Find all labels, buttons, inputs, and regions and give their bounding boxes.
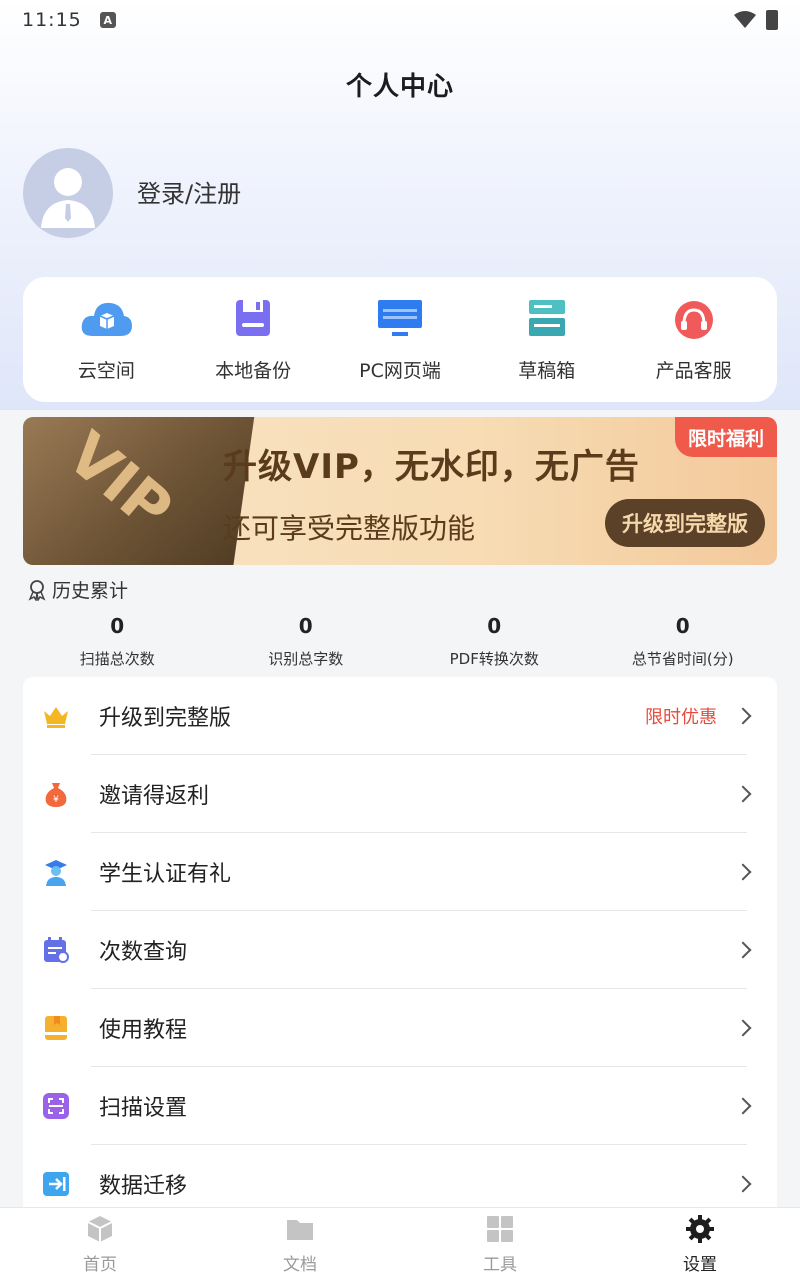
menu-item-upgrade[interactable]: 升级到完整版 限时优惠 bbox=[23, 677, 777, 755]
headset-icon bbox=[674, 301, 713, 339]
stat-value: 0 bbox=[298, 614, 313, 638]
stat-value: 0 bbox=[675, 614, 690, 638]
chevron-right-icon bbox=[734, 1097, 752, 1115]
nav-tab-label: 文档 bbox=[283, 1255, 317, 1275]
folder-icon bbox=[287, 1220, 313, 1240]
quick-action-label: 云空间 bbox=[77, 360, 135, 382]
menu-item-student-verify[interactable]: 学生认证有礼 bbox=[23, 833, 777, 911]
quick-action-pc-web[interactable]: PC网页端 bbox=[330, 296, 470, 383]
nav-tab-label: 工具 bbox=[483, 1255, 517, 1275]
notification-icon: A bbox=[99, 12, 116, 28]
chevron-right-icon bbox=[734, 707, 752, 725]
menu-item-promo-tag: 限时优惠 bbox=[645, 707, 717, 728]
menu-item-label: 邀请得返利 bbox=[99, 784, 210, 809]
limited-offer-badge: 限时福利 bbox=[675, 417, 777, 457]
menu-item-invite-rebate[interactable]: ¥ 邀请得返利 bbox=[23, 755, 777, 833]
cube-icon bbox=[87, 1216, 113, 1242]
menu-item-label: 使用教程 bbox=[99, 1018, 188, 1043]
status-bar: 11:15 A bbox=[0, 0, 800, 40]
quick-action-customer-service[interactable]: 产品客服 bbox=[624, 296, 764, 383]
quick-actions-card: 云空间 本地备份 PC网页端 草稿箱 产品客服 bbox=[23, 277, 777, 402]
quick-action-local-backup[interactable]: 本地备份 bbox=[183, 296, 323, 383]
nav-tab-label: 设置 bbox=[683, 1255, 717, 1275]
crown-icon bbox=[44, 707, 68, 728]
history-label-text: 历史累计 bbox=[52, 580, 129, 602]
nav-tab-tools[interactable]: 工具 bbox=[400, 1208, 600, 1280]
stat-label: 总节省时间(分) bbox=[631, 650, 734, 668]
quick-action-label: PC网页端 bbox=[359, 360, 441, 382]
battery-icon bbox=[766, 10, 778, 30]
svg-text:¥: ¥ bbox=[53, 795, 59, 805]
stat-scan-count: 0 扫描总次数 bbox=[23, 614, 212, 669]
stat-pdf-conversions: 0 PDF转换次数 bbox=[400, 614, 589, 669]
quick-action-cloud-space[interactable]: 云空间 bbox=[36, 296, 176, 383]
menu-item-scan-settings[interactable]: 扫描设置 bbox=[23, 1067, 777, 1145]
chevron-right-icon bbox=[734, 941, 752, 959]
chevron-right-icon bbox=[734, 863, 752, 881]
scan-icon bbox=[43, 1093, 69, 1119]
quick-action-label: 产品客服 bbox=[655, 360, 732, 382]
book-icon bbox=[45, 1016, 67, 1040]
login-register-link[interactable]: 登录/注册 bbox=[137, 174, 241, 209]
settings-menu-list: 升级到完整版 限时优惠 ¥ 邀请得返利 学生认证有礼 次数查询 使用教程 扫描设… bbox=[23, 677, 777, 1237]
student-icon bbox=[45, 860, 67, 886]
chevron-right-icon bbox=[734, 785, 752, 803]
stat-value: 0 bbox=[110, 614, 125, 638]
chevron-right-icon bbox=[734, 1175, 752, 1193]
stat-recognized-chars: 0 识别总字数 bbox=[212, 614, 401, 669]
menu-item-label: 数据迁移 bbox=[99, 1174, 188, 1199]
drafts-box-icon bbox=[528, 300, 565, 336]
menu-item-label: 扫描设置 bbox=[99, 1096, 188, 1121]
vip-banner-title: 升级VIP，无水印，无广告 bbox=[223, 447, 640, 487]
nav-tab-label: 首页 bbox=[83, 1255, 117, 1275]
save-icon bbox=[236, 300, 271, 336]
status-time: 11:15 bbox=[22, 9, 82, 31]
user-silhouette-icon bbox=[41, 168, 95, 228]
menu-item-tutorial[interactable]: 使用教程 bbox=[23, 989, 777, 1067]
stat-label: PDF转换次数 bbox=[449, 650, 539, 668]
gear-icon bbox=[686, 1215, 714, 1243]
nav-tab-settings[interactable]: 设置 bbox=[600, 1208, 800, 1280]
upgrade-full-version-button[interactable]: 升级到完整版 bbox=[605, 499, 765, 547]
bottom-navigation: 首页 文档 工具 设置 bbox=[0, 1207, 800, 1280]
quick-action-drafts[interactable]: 草稿箱 bbox=[477, 296, 617, 383]
chevron-right-icon bbox=[734, 1019, 752, 1037]
stat-value: 0 bbox=[487, 614, 502, 638]
menu-item-label: 次数查询 bbox=[99, 940, 188, 965]
history-stats: 0 扫描总次数 0 识别总字数 0 PDF转换次数 0 总节省时间(分) bbox=[23, 614, 777, 669]
nav-tab-home[interactable]: 首页 bbox=[0, 1208, 200, 1280]
stat-time-saved: 0 总节省时间(分) bbox=[589, 614, 778, 669]
menu-item-label: 升级到完整版 bbox=[99, 706, 232, 731]
menu-item-label: 学生认证有礼 bbox=[99, 862, 232, 887]
stat-label: 识别总字数 bbox=[268, 650, 344, 668]
wifi-icon bbox=[734, 11, 756, 28]
migrate-icon bbox=[43, 1172, 69, 1196]
quick-action-label: 草稿箱 bbox=[518, 360, 576, 382]
history-section-label: 历史累计 bbox=[26, 576, 128, 603]
page-title: 个人中心 bbox=[345, 72, 454, 102]
grid-icon bbox=[487, 1216, 513, 1242]
medal-icon bbox=[28, 579, 46, 601]
cloud-icon bbox=[82, 302, 133, 336]
money-bag-icon: ¥ bbox=[45, 783, 67, 807]
stat-label: 扫描总次数 bbox=[79, 650, 155, 668]
monitor-icon bbox=[377, 300, 422, 336]
quick-action-label: 本地备份 bbox=[215, 360, 292, 382]
nav-tab-documents[interactable]: 文档 bbox=[200, 1208, 400, 1280]
vip-upgrade-banner[interactable]: VIP 升级VIP，无水印，无广告 还可享受完整版功能 限时福利 升级到完整版 bbox=[23, 417, 777, 565]
vip-banner-subtitle: 还可享受完整版功能 bbox=[223, 512, 476, 545]
avatar[interactable] bbox=[23, 148, 113, 238]
menu-item-usage-query[interactable]: 次数查询 bbox=[23, 911, 777, 989]
calendar-search-icon bbox=[44, 937, 69, 963]
